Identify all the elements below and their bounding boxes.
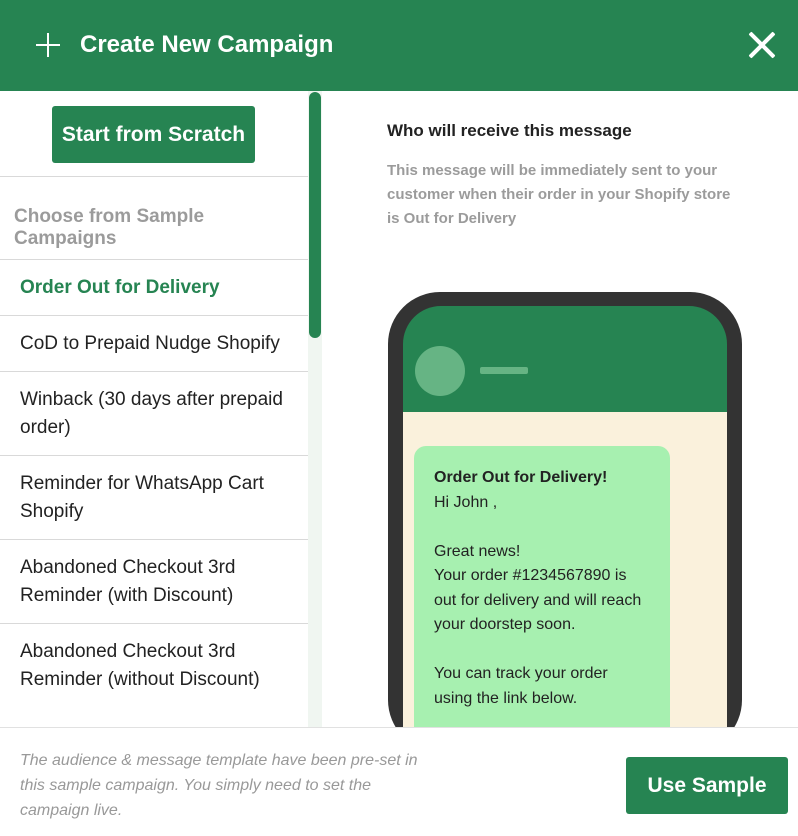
avatar bbox=[415, 346, 465, 396]
chat-header bbox=[403, 306, 727, 412]
modal-header: Create New Campaign bbox=[0, 0, 798, 91]
sample-item-abandoned-checkout-without-discount[interactable]: Abandoned Checkout 3rd Reminder (without… bbox=[0, 623, 308, 707]
recipient-description: This message will be immediately sent to… bbox=[387, 162, 731, 227]
recipient-heading: Who will receive this message bbox=[387, 121, 632, 140]
plus-icon bbox=[36, 33, 60, 57]
message-greeting: Hi John , bbox=[434, 493, 498, 511]
sample-item-order-out-for-delivery[interactable]: Order Out for Delivery bbox=[0, 259, 308, 315]
sample-item-winback[interactable]: Winback (30 days after prepaid order) bbox=[0, 371, 308, 455]
contact-name-placeholder bbox=[480, 367, 528, 374]
modal-footer: The audience & message template have bee… bbox=[0, 727, 798, 836]
footer-note: The audience & message template have bee… bbox=[20, 752, 418, 819]
message-line: You can track your order using the link … bbox=[434, 665, 608, 707]
message-line: Great news! bbox=[434, 542, 521, 560]
sample-item-cod-to-prepaid[interactable]: CoD to Prepaid Nudge Shopify bbox=[0, 315, 308, 371]
message-title: Order Out for Delivery! bbox=[434, 469, 608, 486]
sample-item-whatsapp-cart-reminder[interactable]: Reminder for WhatsApp Cart Shopify bbox=[0, 455, 308, 539]
choose-sample-label: Choose from Sample Campaigns bbox=[14, 206, 205, 249]
scrollbar-thumb[interactable] bbox=[309, 92, 321, 338]
sample-campaign-list-panel: Start from Scratch Choose from Sample Ca… bbox=[0, 91, 308, 727]
close-icon[interactable] bbox=[748, 31, 776, 59]
sample-item-abandoned-checkout-with-discount[interactable]: Abandoned Checkout 3rd Reminder (with Di… bbox=[0, 539, 308, 623]
message-line: Your order #1234567890 is out for delive… bbox=[434, 567, 642, 633]
phone-mockup: Order Out for Delivery! Hi John , Great … bbox=[388, 292, 742, 727]
sample-campaign-list: Order Out for Delivery CoD to Prepaid Nu… bbox=[0, 259, 308, 707]
preview-panel: Who will receive this message This messa… bbox=[322, 91, 798, 727]
modal-title: Create New Campaign bbox=[80, 31, 334, 58]
chat-body: Order Out for Delivery! Hi John , Great … bbox=[403, 412, 727, 727]
use-sample-button[interactable]: Use Sample bbox=[626, 757, 788, 814]
divider bbox=[0, 176, 308, 177]
start-from-scratch-button[interactable]: Start from Scratch bbox=[52, 106, 255, 163]
message-bubble: Order Out for Delivery! Hi John , Great … bbox=[414, 446, 670, 727]
